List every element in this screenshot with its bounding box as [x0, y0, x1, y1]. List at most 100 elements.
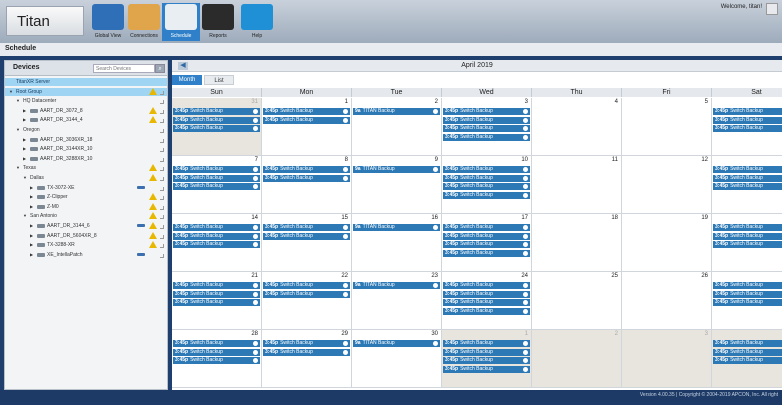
nav-reports-button[interactable]: Reports — [199, 3, 237, 41]
calendar-day-cell[interactable]: 8 3:45p Switch Backup 3:45p Switch Backup — [262, 156, 352, 214]
calendar-event[interactable]: 3:45p Switch Backup — [443, 290, 530, 298]
tree-item[interactable]: ▶ Z-M0 — [5, 202, 167, 211]
calendar-event[interactable]: 3:45p Switch Backup — [443, 224, 530, 231]
calendar-day-cell[interactable]: 63:45pSwitch Backup3:45pSwitch Backup3:4… — [712, 98, 782, 156]
caret-right-icon[interactable]: ▶ — [30, 194, 33, 199]
calendar-event[interactable]: 3:45p Switch Backup — [173, 125, 260, 132]
caret-right-icon[interactable]: ▶ — [23, 156, 26, 161]
calendar-day-cell[interactable]: 10 3:45p Switch Backup 3:45p Switch Backup 3:… — [442, 156, 532, 214]
calendar-day-cell[interactable]: 7 3:45p Switch Backup 3:45p Switch Backup 3:4… — [172, 156, 262, 214]
calendar-day-cell[interactable]: 19 — [622, 214, 712, 272]
calendar-event[interactable]: 3:45p Switch Backup — [263, 174, 350, 182]
caret-down-icon[interactable]: ▼ — [23, 175, 27, 180]
calendar-day-cell[interactable]: 203:45pSwitch Backup3:45pSwitch Backup3:… — [712, 214, 782, 272]
tree-item[interactable]: ▶ AART_DR_3288XR_10 — [5, 155, 167, 163]
calendar-event[interactable]: 3:45p Switch Backup — [713, 340, 782, 347]
tree-item[interactable]: ▶ AART_DR_3144_6 — [5, 222, 167, 230]
caret-down-icon[interactable]: ▼ — [23, 213, 27, 218]
calendar-event[interactable]: 3:45p Switch Backup — [173, 224, 260, 231]
caret-down-icon[interactable]: ▼ — [16, 98, 20, 103]
calendar-event[interactable]: 9a TITAN Backup — [353, 166, 440, 173]
tree-item[interactable]: ▼ Dallas — [5, 174, 167, 182]
calendar-event[interactable]: 3:45p Switch Backup — [443, 348, 530, 356]
calendar-event[interactable]: 9a TITAN Backup — [353, 224, 440, 231]
event-remove-icon[interactable] — [343, 341, 348, 346]
event-remove-icon[interactable] — [433, 167, 438, 172]
calendar-event[interactable]: 9a TITAN Backup — [353, 340, 440, 347]
calendar-day-cell[interactable]: 26 — [622, 272, 712, 330]
calendar-event[interactable]: 3:45p Switch Backup — [263, 348, 350, 356]
event-remove-icon[interactable] — [523, 175, 528, 181]
event-remove-icon[interactable] — [523, 366, 528, 372]
tree-item[interactable]: ▶ AART_DR_3144XR_10 — [5, 145, 167, 153]
nav-global-view-button[interactable]: Global View — [89, 3, 127, 41]
calendar-event[interactable]: 3:45p Switch Backup — [713, 224, 782, 231]
calendar-event[interactable]: 3:45p Switch Backup — [173, 357, 260, 364]
event-remove-icon[interactable] — [523, 242, 528, 247]
calendar-event[interactable]: 3:45p Switch Backup — [713, 348, 782, 356]
tree-item[interactable]: ▶ TX-3288-XR — [5, 241, 167, 249]
event-remove-icon[interactable] — [253, 341, 258, 346]
event-remove-icon[interactable] — [523, 341, 528, 346]
calendar-day-cell[interactable]: 3 — [622, 330, 712, 388]
tree-item[interactable]: ▶ AART_DR_5604XR_8 — [5, 231, 167, 240]
tree-item[interactable]: ▶ AART_DR_3072_8 — [5, 106, 167, 115]
caret-down-icon[interactable]: ▼ — [16, 165, 20, 170]
calendar-event[interactable]: 3:45p Switch Backup — [443, 340, 530, 347]
event-remove-icon[interactable] — [523, 358, 528, 363]
event-remove-icon[interactable] — [523, 109, 528, 114]
event-remove-icon[interactable] — [343, 167, 348, 172]
tree-item[interactable]: ▶ AART_DR_3144_4 — [5, 116, 167, 124]
calendar-event[interactable]: 3:45p Switch Backup — [713, 282, 782, 289]
event-remove-icon[interactable] — [343, 291, 348, 297]
calendar-event[interactable]: 3:45p Switch Backup — [263, 290, 350, 298]
calendar-day-cell[interactable]: 5 — [622, 98, 712, 156]
user-avatar[interactable] — [766, 3, 778, 15]
calendar-day-cell[interactable]: 17 3:45p Switch Backup 3:45p Switch Backup 3:… — [442, 214, 532, 272]
calendar-event[interactable]: 3:45p Switch Backup — [173, 241, 260, 248]
calendar-event[interactable]: 3:45p Switch Backup — [263, 116, 350, 124]
calendar-event[interactable]: 3:45p Switch Backup — [713, 116, 782, 124]
calendar-event[interactable]: 3:45p Switch Backup — [713, 125, 782, 132]
event-remove-icon[interactable] — [253, 184, 258, 189]
calendar-event[interactable]: 3:45p Switch Backup — [443, 365, 530, 373]
calendar-event[interactable]: 3:45p Switch Backup — [173, 166, 260, 173]
calendar-event[interactable]: 3:45p Switch Backup — [443, 282, 530, 289]
calendar-event[interactable]: 3:45p Switch Backup — [713, 357, 782, 364]
calendar-event[interactable]: 3:45p Switch Backup — [173, 108, 260, 115]
event-remove-icon[interactable] — [523, 117, 528, 123]
tree-item[interactable]: TitanXR Server — [5, 78, 167, 86]
event-remove-icon[interactable] — [523, 291, 528, 297]
calendar-event[interactable]: 3:45p Switch Backup — [443, 357, 530, 364]
calendar-day-cell[interactable]: 15 3:45p Switch Backup 3:45p Switch Backup — [262, 214, 352, 272]
search-icon[interactable]: ⌕ — [155, 64, 165, 73]
nav-schedule-button[interactable]: Schedule — [162, 3, 200, 41]
calendar-day-cell[interactable]: 18 — [532, 214, 622, 272]
calendar-event[interactable]: 3:45p Switch Backup — [443, 307, 530, 315]
event-remove-icon[interactable] — [253, 109, 258, 114]
calendar-event[interactable]: 3:45p Switch Backup — [173, 348, 260, 356]
calendar-day-cell[interactable]: 273:45pSwitch Backup3:45pSwitch Backup3:… — [712, 272, 782, 330]
caret-right-icon[interactable]: ▶ — [30, 204, 33, 209]
event-remove-icon[interactable] — [253, 175, 258, 181]
event-remove-icon[interactable] — [253, 233, 258, 239]
event-remove-icon[interactable] — [343, 175, 348, 181]
calendar-day-cell[interactable]: 4 — [532, 98, 622, 156]
calendar-event[interactable]: 3:45p Switch Backup — [173, 299, 260, 306]
event-remove-icon[interactable] — [253, 300, 258, 305]
caret-right-icon[interactable]: ▶ — [30, 185, 33, 190]
nav-help-button[interactable]: Help — [238, 3, 276, 41]
tree-item[interactable]: ▼ San Antonio — [5, 212, 167, 220]
caret-down-icon[interactable]: ▼ — [9, 89, 13, 94]
calendar-event[interactable]: 3:45p Switch Backup — [443, 166, 530, 173]
calendar-day-cell[interactable]: 43:45pSwitch Backup3:45pSwitch Backup3:4… — [712, 330, 782, 388]
caret-right-icon[interactable]: ▶ — [30, 223, 33, 228]
calendar-day-cell[interactable]: 1 3:45p Switch Backup 3:45p Switch Backup 3:4… — [442, 330, 532, 388]
calendar-day-cell[interactable]: 9 9a TITAN Backup — [352, 156, 442, 214]
calendar-event[interactable]: 3:45p Switch Backup — [713, 183, 782, 190]
calendar-event[interactable]: 3:45p Switch Backup — [713, 174, 782, 182]
calendar-event[interactable]: 3:45p Switch Backup — [443, 108, 530, 115]
calendar-event[interactable]: 3:45p Switch Backup — [713, 232, 782, 240]
tree-item[interactable]: ▶ XE_IntellaPatch — [5, 251, 167, 259]
calendar-event[interactable]: 3:45p Switch Backup — [173, 232, 260, 240]
